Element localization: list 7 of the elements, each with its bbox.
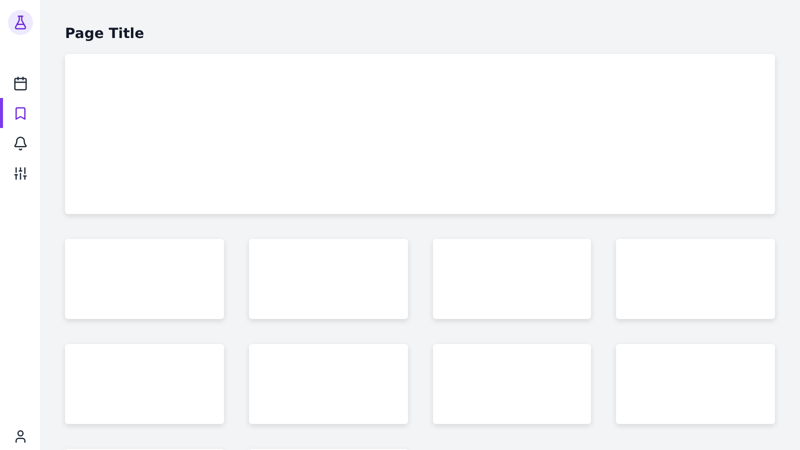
user-icon[interactable] [12, 429, 28, 444]
bookmark-icon [12, 106, 28, 120]
flask-logo-icon [8, 10, 32, 35]
calendar-icon [12, 76, 28, 90]
sliders-icon [12, 166, 28, 180]
bell-icon [12, 136, 28, 150]
page-title: Page Title [65, 25, 146, 44]
